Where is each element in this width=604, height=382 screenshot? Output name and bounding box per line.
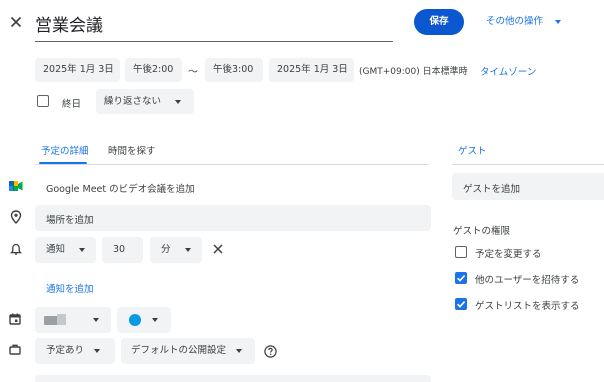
location-pin-icon	[10, 210, 22, 224]
timezone-text: (GMT+09:00) 日本標準時	[359, 67, 468, 77]
calendar-icon	[9, 313, 21, 325]
tab-find-time[interactable]: 時間を探す	[108, 143, 156, 157]
end-time-chip[interactable]: 午後3:00	[205, 58, 263, 82]
add-meet-button[interactable]: Google Meet のビデオ会議を追加	[46, 181, 195, 195]
event-color-swatch	[129, 314, 141, 326]
save-button[interactable]: 保存	[414, 9, 464, 35]
location-placeholder: 場所を追加	[46, 215, 94, 226]
help-icon[interactable]	[264, 345, 277, 358]
notification-type: 通知	[46, 244, 66, 255]
repeat-dropdown[interactable]: 繰り返さない	[96, 89, 194, 114]
more-actions-label: その他の操作	[486, 16, 544, 27]
event-color-dropdown[interactable]	[117, 307, 171, 333]
chevron-down-icon	[94, 348, 101, 353]
visibility-dropdown[interactable]: デフォルトの公開設定	[121, 338, 255, 364]
more-actions-button[interactable]: その他の操作	[486, 13, 562, 31]
add-guests-placeholder: ゲストを追加	[463, 184, 521, 195]
checkmark-icon	[456, 301, 466, 308]
end-time: 午後3:00	[213, 64, 254, 75]
start-date-chip[interactable]: 2025年 1月 3日	[35, 58, 120, 82]
busy-status: 予定あり	[46, 345, 85, 356]
start-time-chip[interactable]: 午後2:00	[125, 58, 182, 82]
bell-icon	[10, 243, 22, 256]
title-text: 営業会議	[35, 16, 103, 36]
permission-checkbox-invite[interactable]	[455, 272, 467, 284]
end-date: 2025年 1月 3日	[277, 64, 348, 75]
all-day-label: 終日	[62, 99, 82, 110]
guests-tab-divider	[452, 164, 604, 165]
start-time: 午後2:00	[133, 64, 174, 75]
start-date: 2025年 1月 3日	[43, 64, 114, 75]
description-editor[interactable]	[35, 375, 431, 382]
visibility: デフォルトの公開設定	[131, 345, 227, 356]
chevron-down-icon	[236, 348, 243, 353]
chevron-down-icon	[79, 247, 86, 252]
google-meet-icon	[9, 180, 23, 192]
save-button-label: 保存	[429, 16, 449, 27]
tab-guests[interactable]: ゲスト	[458, 143, 487, 157]
calendar-owner-avatar-shade	[57, 314, 66, 325]
chevron-down-icon	[93, 318, 99, 322]
all-day-checkbox[interactable]	[37, 95, 49, 107]
permission-checkbox-modify[interactable]	[455, 246, 467, 258]
guest-permissions-title: ゲストの権限	[453, 226, 511, 237]
permission-label-invite: 他のユーザーを招待する	[475, 275, 580, 286]
busy-status-dropdown[interactable]: 予定あり	[35, 338, 115, 364]
timezone-link[interactable]: タイムゾーン	[480, 64, 536, 78]
chevron-down-icon	[175, 99, 182, 104]
notification-type-dropdown[interactable]: 通知	[35, 237, 96, 263]
notification-unit-dropdown[interactable]: 分	[150, 237, 202, 263]
tabs-divider	[35, 164, 429, 165]
repeat-label: 繰り返さない	[104, 96, 162, 107]
checkmark-icon	[456, 275, 466, 282]
title-input[interactable]: 営業会議	[35, 6, 393, 42]
notification-unit: 分	[161, 244, 171, 255]
end-date-chip[interactable]: 2025年 1月 3日	[269, 58, 354, 82]
add-guests-input[interactable]: ゲストを追加	[452, 173, 604, 200]
add-notification-link[interactable]: 通知を追加	[46, 281, 94, 295]
permission-checkbox-see-list[interactable]	[455, 298, 467, 310]
notification-value-input[interactable]: 30	[102, 237, 143, 263]
chevron-down-icon	[184, 247, 191, 252]
chevron-down-icon	[152, 318, 158, 322]
remove-notification-icon[interactable]	[212, 243, 224, 255]
calendar-owner-dropdown[interactable]	[35, 307, 111, 333]
time-separator: 〜	[188, 67, 198, 78]
notification-value: 30	[113, 244, 126, 255]
tab-details[interactable]: 予定の詳細	[41, 143, 89, 157]
permission-label-see-list: ゲストリストを表示する	[475, 301, 580, 312]
location-input[interactable]: 場所を追加	[35, 205, 431, 231]
briefcase-icon	[9, 344, 21, 355]
close-icon[interactable]	[9, 15, 23, 29]
permission-label-modify: 予定を変更する	[475, 249, 542, 260]
chevron-down-icon	[555, 19, 562, 24]
